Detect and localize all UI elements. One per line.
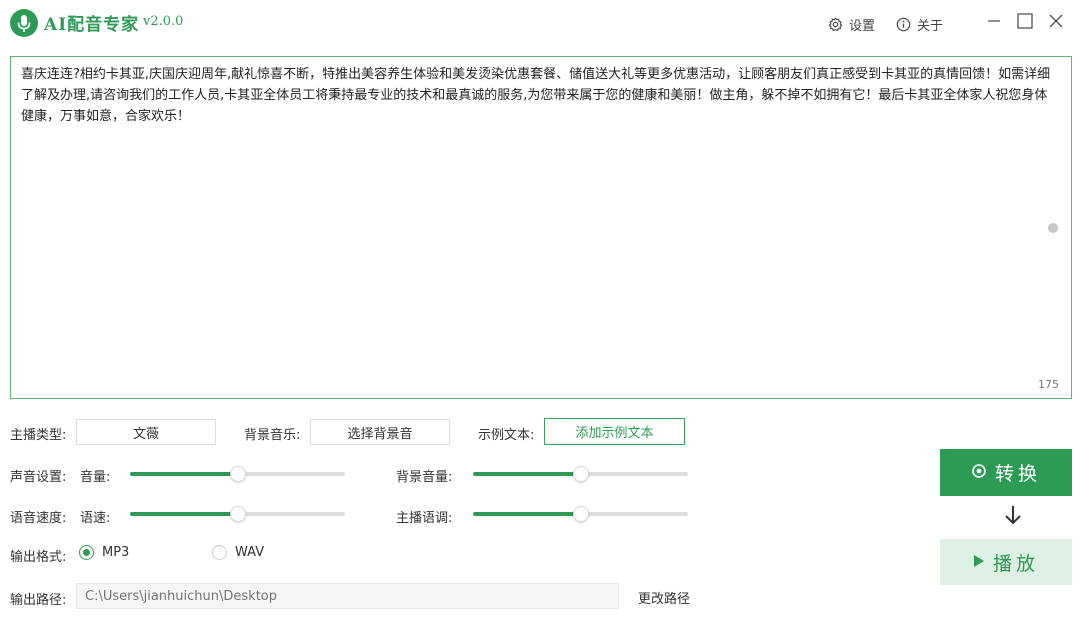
format-wav-label: WAV	[235, 545, 265, 560]
gear-icon	[828, 17, 843, 32]
bg-volume-slider[interactable]	[473, 466, 688, 482]
change-path-button[interactable]: 更改路径	[638, 588, 690, 607]
format-mp3-radio[interactable]: MP3	[79, 545, 129, 560]
minimize-icon	[986, 13, 1002, 33]
slider-thumb[interactable]	[572, 466, 589, 482]
radio-dot	[212, 545, 227, 560]
slider-thumb[interactable]	[229, 466, 246, 482]
microphone-logo-icon	[10, 9, 38, 37]
voice-settings-label: 声音设置:	[10, 470, 67, 485]
clear-text-icon[interactable]	[1048, 223, 1058, 233]
info-icon	[896, 17, 911, 32]
arrow-down-icon	[1001, 503, 1025, 527]
app-title: AI配音专家	[44, 15, 140, 35]
volume-label: 音量:	[80, 470, 111, 485]
slider-thumb[interactable]	[229, 506, 246, 522]
slider-thumb[interactable]	[572, 506, 589, 522]
bg-music-label: 背景音乐:	[244, 428, 301, 443]
about-label: 关于	[917, 19, 944, 34]
sample-text-label: 示例文本:	[478, 428, 535, 443]
speed-settings-label: 语音速度:	[10, 511, 67, 526]
maximize-icon	[1016, 12, 1034, 34]
radio-dot	[79, 545, 94, 560]
slider-fill	[473, 472, 581, 476]
format-mp3-label: MP3	[102, 545, 130, 560]
anchor-type-select[interactable]: 文薇	[76, 419, 216, 445]
bg-volume-label: 背景音量:	[396, 470, 453, 485]
convert-button[interactable]: 转换	[940, 449, 1072, 496]
settings-button[interactable]: 设置	[828, 15, 875, 34]
close-icon	[1048, 13, 1064, 33]
anchor-type-label: 主播类型:	[10, 428, 67, 443]
play-button[interactable]: 播放	[940, 539, 1072, 585]
convert-label: 转换	[994, 463, 1041, 485]
slider-fill	[130, 472, 238, 476]
settings-label: 设置	[849, 19, 876, 34]
minimize-button[interactable]	[983, 12, 1005, 34]
output-path-label: 输出路径:	[10, 593, 67, 608]
play-label: 播放	[992, 552, 1039, 575]
close-button[interactable]	[1045, 12, 1067, 34]
editor-content[interactable]: 喜庆连连?相约卡其亚,庆国庆迎周年,献礼惊喜不断，特推出美容养生体验和美发烫染优…	[21, 64, 1051, 127]
output-format-label: 输出格式:	[10, 550, 67, 565]
title-bar: AI配音专家 v2.0.0 设置 关于	[0, 0, 1080, 46]
slider-fill	[473, 512, 581, 516]
about-button[interactable]: 关于	[896, 15, 943, 34]
play-icon	[973, 551, 985, 573]
bg-music-select[interactable]: 选择背景音	[310, 419, 450, 445]
add-sample-text-button[interactable]: 添加示例文本	[544, 418, 685, 445]
format-wav-radio[interactable]: WAV	[212, 545, 264, 560]
speed-slider[interactable]	[130, 506, 345, 522]
app-version: v2.0.0	[143, 14, 184, 29]
pitch-label: 主播语调:	[396, 511, 453, 526]
character-count: 175	[1038, 378, 1059, 391]
speed-label: 语速:	[80, 511, 111, 526]
convert-icon	[971, 462, 987, 484]
pitch-slider[interactable]	[473, 506, 688, 522]
slider-fill	[130, 512, 238, 516]
text-editor[interactable]: 喜庆连连?相约卡其亚,庆国庆迎周年,献礼惊喜不断，特推出美容养生体验和美发烫染优…	[10, 56, 1072, 399]
maximize-button[interactable]	[1014, 12, 1036, 34]
output-path-input[interactable]	[76, 583, 619, 609]
volume-slider[interactable]	[130, 466, 345, 482]
